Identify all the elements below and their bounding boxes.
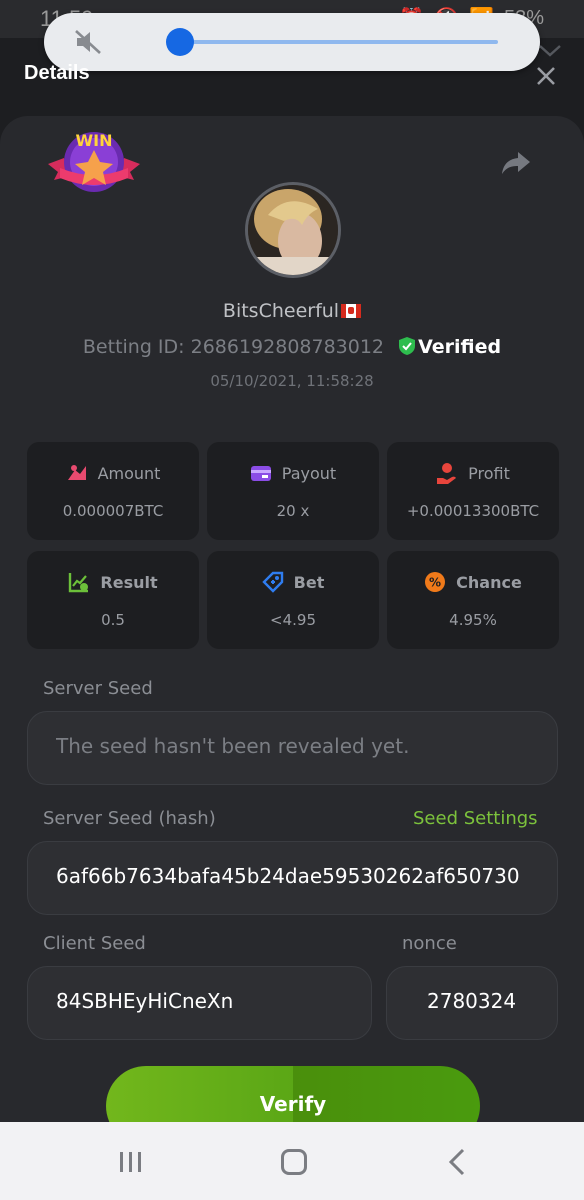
client-seed-label: Client Seed [43,933,146,954]
amount-icon [67,465,86,480]
server-seed-hash-value: 6af66b7634bafa45b24dae59530262af650730 [56,864,520,888]
svg-text:WIN: WIN [76,131,113,150]
canada-flag-icon [341,304,362,318]
bet-icon [261,571,283,593]
stat-label: Amount [97,463,161,483]
client-seed-field[interactable]: 84SBHEyHiCneXn [27,966,372,1040]
betting-id-row: Betting ID: 2686192808783012 Verified [0,336,584,358]
stat-card-chance: % Chance 4.95% [387,551,559,649]
server-seed-placeholder: The seed hasn't been revealed yet. [56,734,410,758]
betting-id: Betting ID: 2686192808783012 [82,336,385,358]
close-icon[interactable] [534,64,558,88]
server-seed-hash-field[interactable]: 6af66b7634bafa45b24dae59530262af650730 [27,841,558,915]
stat-label: Result [100,572,158,592]
stat-label: Bet [293,572,325,592]
chance-icon: % [425,572,446,592]
stat-value: 4.95% [449,611,497,629]
avatar [245,182,341,278]
share-icon[interactable] [500,148,532,178]
nonce-field[interactable]: 2780324 [386,966,558,1040]
verify-label: Verify [259,1092,327,1116]
volume-slider-thumb[interactable] [166,28,194,56]
payout-icon [250,466,271,481]
server-seed-label: Server Seed [43,678,153,699]
volume-panel [44,13,561,71]
profit-icon [437,463,457,484]
result-icon [69,573,89,593]
stat-card-payout: Payout 20 x [207,442,379,540]
svg-text:%: % [429,576,441,590]
stat-value: +0.00013300BTC [406,502,540,520]
nonce-value: 2780324 [427,989,517,1013]
nonce-label: nonce [402,933,457,954]
seed-settings-link[interactable]: Seed Settings [413,808,538,829]
stat-value: 0.000007BTC [62,502,164,520]
username: BitsCheerful [0,300,584,322]
stat-card-profit: Profit +0.00013300BTC [387,442,559,540]
recent-apps-icon[interactable] [118,1150,144,1174]
system-nav-bar [0,1122,584,1200]
stat-label: Chance [456,572,522,592]
server-seed-hash-label: Server Seed (hash) [43,808,216,829]
stat-card-amount: Amount 0.000007BTC [27,442,199,540]
stat-label: Profit [468,463,510,483]
page-title: Details [24,62,90,84]
bet-datetime: 05/10/2021, 11:58:28 [210,372,374,390]
home-icon[interactable] [281,1149,307,1175]
volume-slider-track[interactable] [180,40,498,44]
client-seed-value: 84SBHEyHiCneXn [56,989,234,1013]
stat-label: Payout [281,463,337,483]
verified-shield-icon [399,337,416,355]
stat-value: <4.95 [270,611,316,629]
stat-value: 20 x [276,502,310,520]
win-badge-icon: WIN [48,131,140,192]
stat-card-result: Result 0.5 [27,551,199,649]
chevron-down-icon[interactable] [538,44,562,58]
verified-label: Verified [418,336,502,358]
mute-icon[interactable] [74,29,102,55]
stat-card-bet: Bet <4.95 [207,551,379,649]
back-icon[interactable] [448,1148,466,1176]
stat-value: 0.5 [101,611,125,629]
server-seed-field[interactable]: The seed hasn't been revealed yet. [27,711,558,785]
